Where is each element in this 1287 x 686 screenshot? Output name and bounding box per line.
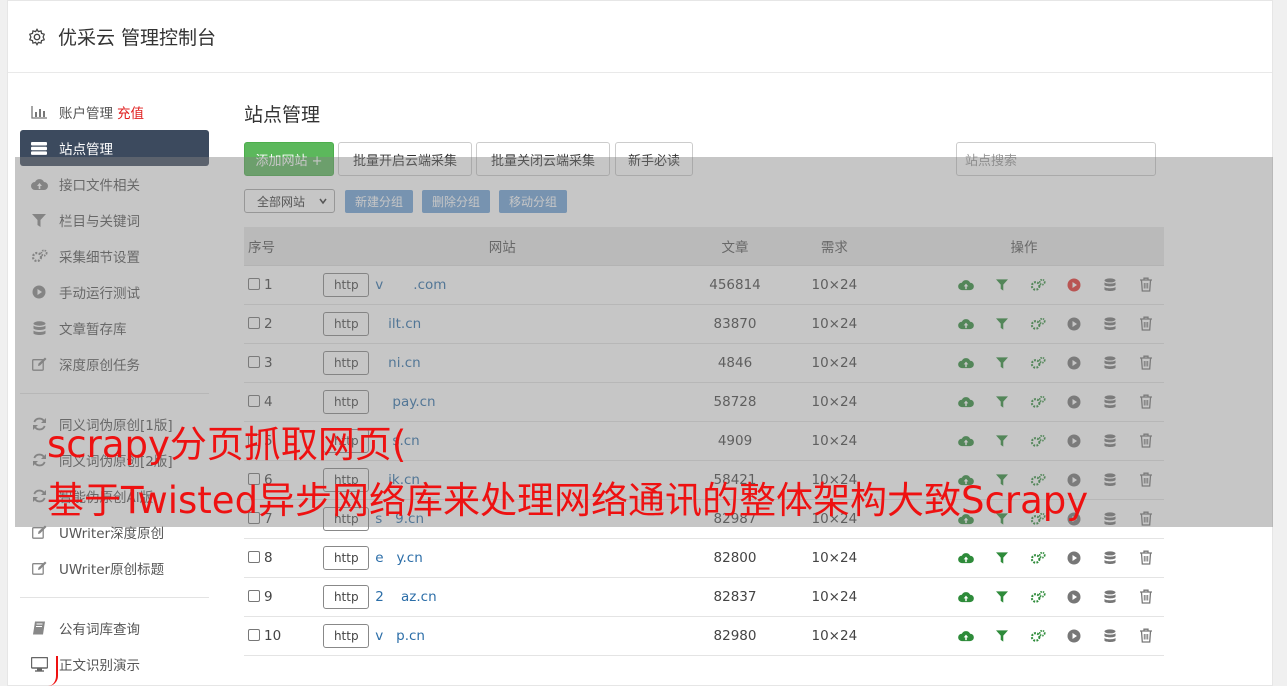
row-number-cell: 8 bbox=[244, 538, 320, 578]
article-count[interactable]: 82800 bbox=[685, 538, 785, 578]
server-icon bbox=[30, 141, 48, 155]
article-count[interactable]: 82837 bbox=[685, 577, 785, 617]
monitor-icon bbox=[30, 656, 48, 672]
edit-icon bbox=[30, 525, 48, 539]
cloud-upload-icon[interactable] bbox=[948, 548, 984, 568]
bar-chart-icon bbox=[30, 105, 48, 119]
sidebar-item-label: 站点管理 bbox=[59, 142, 113, 158]
row-checkbox[interactable] bbox=[248, 628, 260, 641]
gear-icon bbox=[28, 27, 46, 46]
play-circle-icon[interactable] bbox=[1056, 626, 1092, 646]
filter-icon[interactable] bbox=[984, 587, 1020, 607]
table-row: 9 http 2 az.cn 82837 10×24 bbox=[244, 577, 1164, 617]
play-circle-icon[interactable] bbox=[1056, 548, 1092, 568]
sidebar-item-label: 账户管理 bbox=[59, 106, 113, 122]
video-overlay-band bbox=[15, 157, 1273, 527]
recharge-link[interactable]: 充值 bbox=[117, 102, 144, 122]
site-cell: http 2 az.cn bbox=[319, 577, 686, 617]
cloud-upload-icon[interactable] bbox=[948, 626, 984, 646]
site-domain-link[interactable]: 2 az.cn bbox=[375, 589, 436, 605]
demand-value[interactable]: 10×24 bbox=[784, 538, 884, 578]
overlay-caption-line1: scrapy分页抓取网页( bbox=[47, 423, 407, 466]
site-domain-link[interactable]: e y.cn bbox=[375, 550, 423, 566]
ops-cell bbox=[883, 538, 1164, 578]
protocol-badge[interactable]: http bbox=[323, 545, 370, 570]
row-checkbox[interactable] bbox=[248, 589, 260, 602]
overlay-caption-line2: 基于Twisted异步网络库来处理网络通讯的整体架构大致Scrapy bbox=[47, 479, 1089, 522]
filter-icon[interactable] bbox=[984, 626, 1020, 646]
row-number-cell: 10 bbox=[244, 616, 320, 656]
sidebar-divider bbox=[20, 597, 209, 598]
database-icon[interactable] bbox=[1092, 548, 1128, 568]
row-number: 9 bbox=[264, 588, 273, 605]
sidebar-item-group1-0[interactable]: 账户管理 充值 bbox=[20, 94, 209, 130]
database-icon[interactable] bbox=[1092, 587, 1128, 607]
main-content: 站点管理 添加网站 + 批量开启云端采集 批量关闭云端采集 新手必读 站点搜索 … bbox=[244, 100, 1164, 656]
row-number: 8 bbox=[264, 549, 273, 566]
ops-cell bbox=[883, 577, 1164, 617]
row-number: 10 bbox=[264, 627, 282, 644]
table-row: 8 http e y.cn 82800 10×24 bbox=[244, 538, 1164, 578]
row-number-cell: 9 bbox=[244, 577, 320, 617]
demand-value[interactable]: 10×24 bbox=[784, 616, 884, 656]
database-icon[interactable] bbox=[1092, 626, 1128, 646]
sidebar-item-label: 公有词库查询 bbox=[59, 622, 140, 638]
sidebar-item-group3-0[interactable]: 公有词库查询 bbox=[20, 610, 209, 646]
sidebar-item-label: UWriter原创标题 bbox=[59, 562, 165, 578]
trash-icon[interactable] bbox=[1128, 587, 1164, 607]
sidebar-item-group2-4[interactable]: UWriter原创标题 bbox=[20, 550, 209, 586]
site-cell: http e y.cn bbox=[319, 538, 686, 578]
protocol-badge[interactable]: http bbox=[323, 584, 370, 609]
ops-cell bbox=[883, 616, 1164, 656]
demand-value[interactable]: 10×24 bbox=[784, 577, 884, 617]
trash-icon[interactable] bbox=[1128, 548, 1164, 568]
top-bar: 优采云 管理控制台 bbox=[8, 1, 1272, 73]
trash-icon[interactable] bbox=[1128, 626, 1164, 646]
play-circle-icon[interactable] bbox=[1056, 587, 1092, 607]
gears-icon[interactable] bbox=[1020, 548, 1056, 568]
gears-icon[interactable] bbox=[1020, 626, 1056, 646]
site-cell: http v p.cn bbox=[319, 616, 686, 656]
filter-icon[interactable] bbox=[984, 548, 1020, 568]
cloud-upload-icon[interactable] bbox=[948, 587, 984, 607]
gears-icon[interactable] bbox=[1020, 587, 1056, 607]
site-domain-link[interactable]: v p.cn bbox=[375, 628, 425, 644]
edit-icon bbox=[30, 561, 48, 575]
row-checkbox[interactable] bbox=[248, 550, 260, 563]
app-title: 优采云 管理控制台 bbox=[58, 27, 217, 49]
table-row: 10 http v p.cn 82980 10×24 bbox=[244, 616, 1164, 656]
protocol-badge[interactable]: http bbox=[323, 623, 370, 648]
page-title: 站点管理 bbox=[244, 104, 321, 126]
book-icon bbox=[30, 621, 48, 635]
article-count[interactable]: 82980 bbox=[685, 616, 785, 656]
sidebar-item-label: 正文识别演示 bbox=[59, 658, 140, 674]
